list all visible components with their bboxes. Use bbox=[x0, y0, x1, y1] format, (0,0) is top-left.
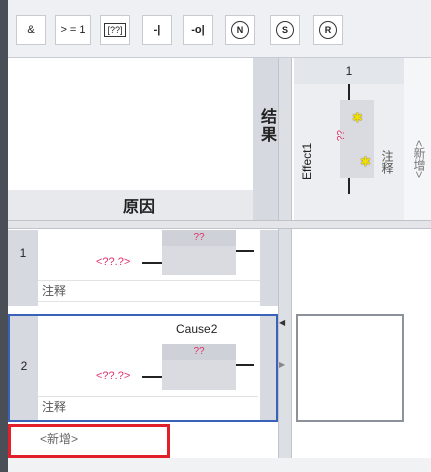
effect-top-line bbox=[348, 84, 350, 100]
toolbar: & > = 1 [??] -| -o| N S R bbox=[8, 0, 431, 58]
star-icon: ✱ bbox=[360, 154, 371, 169]
add-row-highlight[interactable] bbox=[8, 424, 170, 458]
row-2-input-label[interactable]: <??.?> bbox=[96, 370, 130, 382]
row-2-block-text: ?? bbox=[162, 344, 236, 360]
and-button[interactable]: & bbox=[16, 15, 46, 45]
row-2-output-line bbox=[236, 364, 254, 366]
bottom-strip bbox=[8, 458, 431, 472]
effect-block-text: ?? bbox=[336, 130, 347, 142]
add-row-label[interactable]: <新增> bbox=[40, 430, 78, 447]
row-1-output-line bbox=[236, 250, 254, 252]
effect-comment[interactable]: 注释 bbox=[378, 150, 396, 194]
result-label: 结果 bbox=[258, 108, 275, 144]
row-2-effect-cell[interactable] bbox=[296, 314, 404, 422]
row-2-block[interactable]: ?? bbox=[162, 344, 236, 390]
row-2-index: 2 bbox=[20, 359, 28, 373]
caret-left-icon: ◀ bbox=[279, 318, 286, 327]
row-2-comment: 注释 bbox=[42, 400, 67, 414]
negated-contact-button[interactable]: -o| bbox=[183, 15, 213, 45]
row-2-input-line bbox=[142, 376, 162, 378]
contact-button[interactable]: -| bbox=[142, 15, 172, 45]
s-button[interactable]: S bbox=[270, 15, 300, 45]
row-1-comment: 注释 bbox=[42, 284, 67, 298]
star-icon: ✱ bbox=[352, 110, 363, 125]
effect-block[interactable]: ?? ✱ ✱ bbox=[336, 100, 374, 178]
row-2-result-cell bbox=[260, 316, 276, 420]
row-1-input-line bbox=[142, 262, 162, 264]
splitter[interactable] bbox=[278, 58, 292, 472]
row-1-comment-box[interactable]: 注释 bbox=[38, 280, 260, 302]
box-button[interactable]: [??] bbox=[100, 15, 130, 45]
n-button[interactable]: N bbox=[225, 15, 255, 45]
row-2-comment-box[interactable]: 注释 bbox=[38, 396, 258, 418]
header-row-separator bbox=[8, 220, 431, 229]
row-2-name: Cause2 bbox=[176, 322, 218, 336]
effect-bottom-line bbox=[348, 178, 350, 194]
row-1-block[interactable]: ?? bbox=[162, 230, 236, 275]
effect-name: Effect1 bbox=[300, 142, 314, 180]
r-button[interactable]: R bbox=[313, 15, 343, 45]
left-panel-edge bbox=[0, 0, 8, 472]
row-1-effect-cell[interactable] bbox=[294, 230, 404, 306]
caret-right-icon: ▶ bbox=[279, 360, 286, 369]
row-1-input-label[interactable]: <??.?> bbox=[96, 256, 130, 268]
row-1-result-cell bbox=[260, 230, 278, 306]
row-1-index: 1 bbox=[19, 246, 27, 260]
or-button[interactable]: > = 1 bbox=[55, 15, 91, 45]
row-gap bbox=[8, 306, 278, 314]
effect-new[interactable]: <新增> bbox=[410, 140, 428, 200]
cause-label: 原因 bbox=[122, 199, 155, 216]
row-1-block-text: ?? bbox=[162, 230, 236, 246]
effect-index: 1 bbox=[294, 58, 404, 84]
